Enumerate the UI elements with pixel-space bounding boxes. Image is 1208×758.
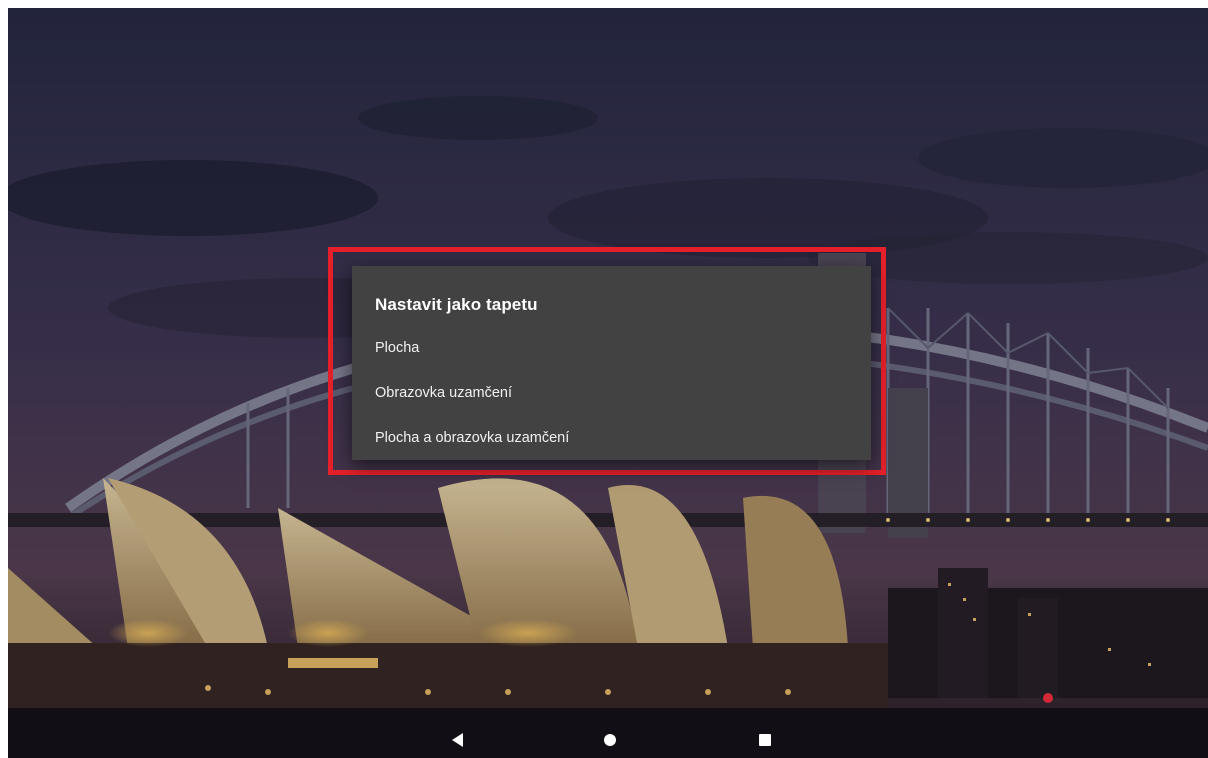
recents-icon[interactable]: [753, 730, 777, 750]
option-label: Obrazovka uzamčení: [375, 385, 513, 401]
set-wallpaper-dialog: Nastavit jako tapetu Plocha Obrazovka uz…: [352, 266, 871, 460]
option-home-screen[interactable]: Plocha: [352, 326, 871, 370]
device-screen: Nastavit jako tapetu Plocha Obrazovka uz…: [8, 8, 1208, 758]
dialog-title: Nastavit jako tapetu: [375, 295, 538, 314]
option-label: Plocha a obrazovka uzamčení: [375, 430, 570, 446]
option-lock-screen[interactable]: Obrazovka uzamčení: [352, 371, 871, 415]
home-icon[interactable]: [598, 730, 622, 750]
option-home-and-lock-screen[interactable]: Plocha a obrazovka uzamčení: [352, 416, 871, 460]
navigation-bar: [8, 722, 1208, 758]
back-icon[interactable]: [446, 730, 470, 750]
option-label: Plocha: [375, 340, 420, 356]
